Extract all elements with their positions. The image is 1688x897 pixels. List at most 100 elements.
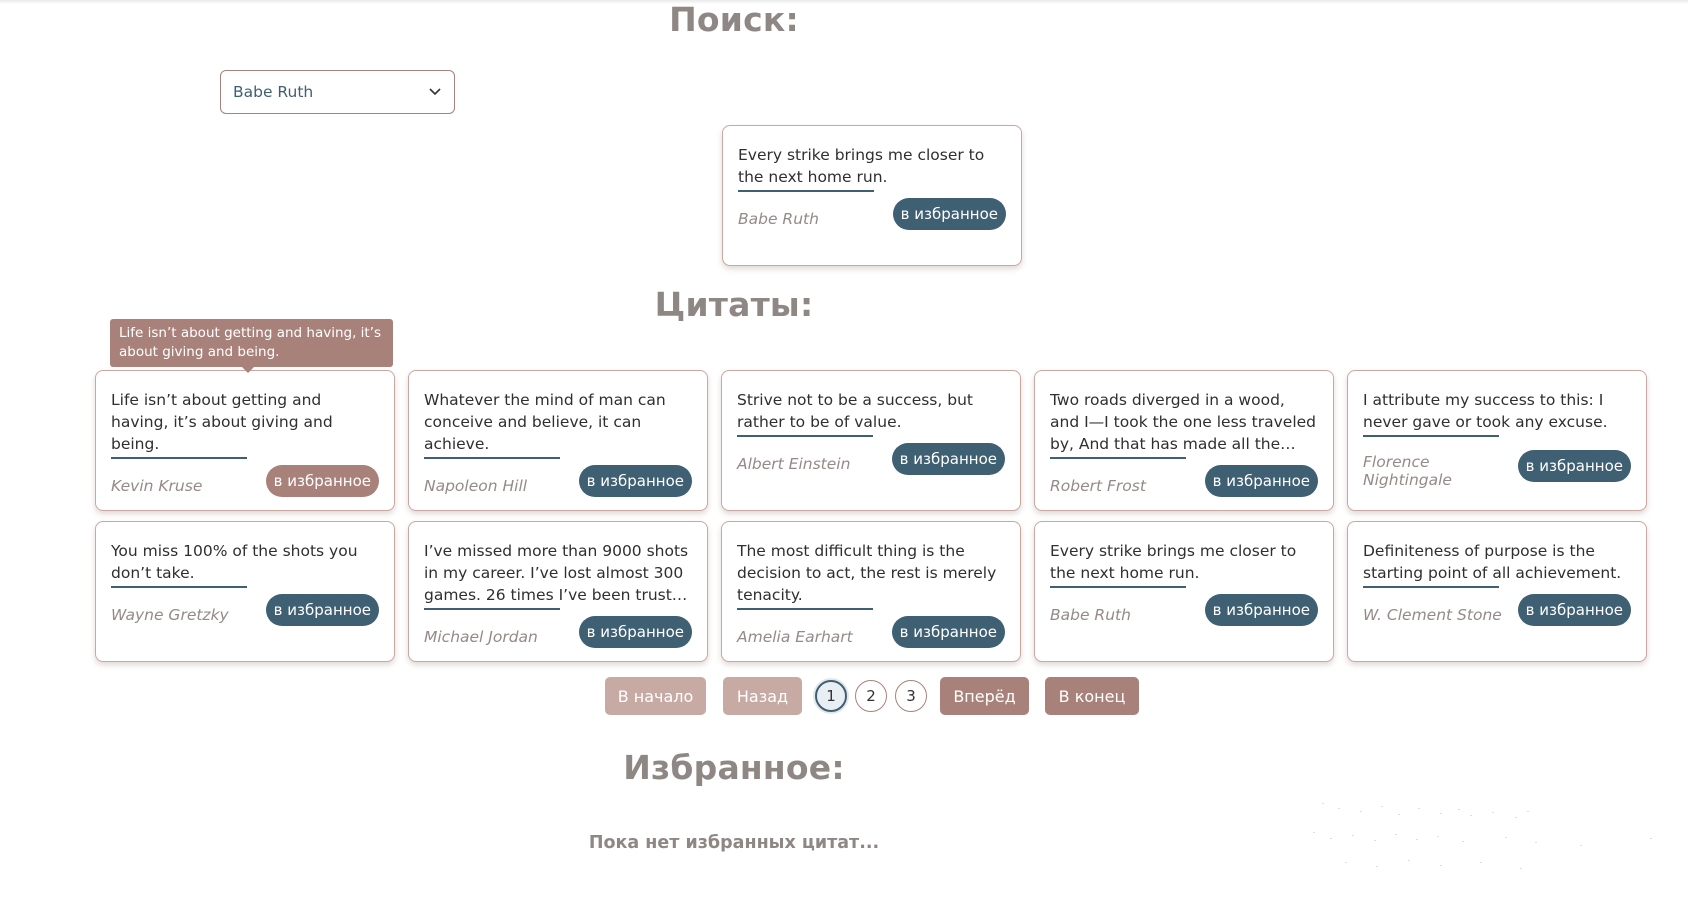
speckle <box>1322 803 1324 804</box>
speckle <box>1398 814 1400 815</box>
quote-text: The most difficult thing is the decision… <box>737 542 997 604</box>
quote-card: Strive not to be a success, but rather t… <box>721 370 1021 511</box>
add-to-favorites-button[interactable]: в избранное <box>1204 594 1318 626</box>
speckle <box>1527 811 1529 812</box>
speckle <box>1505 837 1507 838</box>
search-section-title: Поиск: <box>669 0 799 39</box>
quote-card: I attribute my success to this: I never … <box>1347 370 1647 511</box>
page-3-button[interactable]: 3 <box>895 680 927 712</box>
search-result-card: Every strike brings me closer to the nex… <box>722 125 1022 266</box>
speckle <box>1650 838 1652 839</box>
quote-card: Definiteness of purpose is the starting … <box>1347 521 1647 662</box>
last-page-button[interactable]: В конец <box>1045 677 1139 715</box>
quote-author: Florence Nightingale <box>1363 453 1452 489</box>
quote-card: I’ve missed more than 9000 shots in my c… <box>408 521 708 662</box>
quote-text: I attribute my success to this: I never … <box>1363 391 1608 431</box>
quote-card: Whatever the mind of man can conceive an… <box>408 370 708 511</box>
speckle <box>1535 842 1537 843</box>
quote-card: Life isn’t about getting and having, it’… <box>95 370 395 511</box>
add-to-favorites-button[interactable]: в избранное <box>1517 450 1631 482</box>
quote-author: Napoleon Hill <box>424 477 528 495</box>
quote-divider <box>737 608 873 610</box>
quote-text: Definiteness of purpose is the starting … <box>1363 542 1622 582</box>
author-select[interactable]: Babe Ruth <box>220 70 455 114</box>
speckle <box>1458 809 1460 810</box>
quote-author: Babe Ruth <box>738 210 819 228</box>
page-1-button[interactable]: 1 <box>815 680 847 712</box>
quote-card: Two roads diverged in a wood, and I—I to… <box>1034 370 1334 511</box>
quote-text: Two roads diverged in a wood, and I—I to… <box>1050 391 1316 453</box>
add-to-favorites-button[interactable]: в избранное <box>892 198 1006 230</box>
speckle <box>1416 839 1418 840</box>
chevron-down-icon <box>428 85 442 99</box>
quote-author: Kevin Kruse <box>111 477 203 495</box>
speckle <box>1515 817 1517 818</box>
quote-divider <box>424 457 560 459</box>
quote-text: Whatever the mind of man can conceive an… <box>424 391 666 453</box>
speckle <box>1338 808 1340 809</box>
quote-divider <box>737 435 873 437</box>
add-to-favorites-button[interactable]: в избранное <box>265 465 379 497</box>
speckle <box>1408 860 1410 861</box>
speckle <box>1381 806 1383 807</box>
add-to-favorites-button[interactable]: в избранное <box>891 616 1005 648</box>
quote-divider <box>1050 586 1186 588</box>
speckle <box>1395 834 1397 835</box>
quote-author: W. Clement Stone <box>1363 606 1502 624</box>
add-to-favorites-button[interactable]: в избранное <box>265 594 379 626</box>
speckle <box>1437 836 1439 837</box>
author-select-value: Babe Ruth <box>233 83 314 101</box>
quote-text: Every strike brings me closer to the nex… <box>1050 542 1297 582</box>
quote-divider <box>111 586 247 588</box>
quote-author: Albert Einstein <box>737 455 851 473</box>
speckle <box>1418 808 1420 809</box>
quote-divider <box>1363 586 1499 588</box>
speckle <box>1492 812 1494 813</box>
quote-card: You miss 100% of the shots you don’t tak… <box>95 521 395 662</box>
add-to-favorites-button[interactable]: в избранное <box>891 443 1005 475</box>
add-to-favorites-button[interactable]: в избранное <box>578 616 692 648</box>
quote-card: Every strike brings me closer to the nex… <box>1034 521 1334 662</box>
quote-text: Every strike brings me closer to the nex… <box>738 146 985 186</box>
quote-card: The most difficult thing is the decision… <box>721 521 1021 662</box>
speckle <box>1520 868 1522 869</box>
add-to-favorites-button[interactable]: в избранное <box>1517 594 1631 626</box>
speckle <box>1330 838 1332 839</box>
quote-text: Strive not to be a success, but rather t… <box>737 391 973 431</box>
speckle <box>1580 845 1582 846</box>
pagination: В начало Назад 1 2 3 Вперёд В конец <box>0 677 1688 715</box>
favorites-section-title: Избранное: <box>623 748 845 787</box>
quote-tooltip: Life isn’t about getting and having, it’… <box>110 319 393 373</box>
favorites-empty-message: Пока нет избранных цитат... <box>588 833 880 853</box>
speckle <box>1470 815 1472 816</box>
speckle <box>1345 862 1347 863</box>
prev-page-button[interactable]: Назад <box>723 677 802 715</box>
quote-divider <box>1363 435 1499 437</box>
first-page-button[interactable]: В начало <box>605 677 706 715</box>
quote-author: Wayne Gretzky <box>111 606 229 624</box>
quote-author: Babe Ruth <box>1050 606 1131 624</box>
speckle <box>1374 840 1376 841</box>
quote-author: Michael Jordan <box>424 628 538 646</box>
quote-text: You miss 100% of the shots you don’t tak… <box>111 542 358 582</box>
speckle <box>1480 862 1482 863</box>
quote-text: Life isn’t about getting and having, it’… <box>111 391 333 453</box>
quote-divider <box>111 457 247 459</box>
quote-divider <box>424 608 560 610</box>
quote-divider <box>1050 457 1186 459</box>
quote-divider <box>738 190 874 192</box>
speckle <box>1440 865 1442 866</box>
speckle <box>1313 832 1315 833</box>
page-2-button[interactable]: 2 <box>855 680 887 712</box>
speckle <box>1376 866 1378 867</box>
next-page-button[interactable]: Вперёд <box>940 677 1029 715</box>
speckle <box>1440 813 1442 814</box>
add-to-favorites-button[interactable]: в избранное <box>578 465 692 497</box>
quote-text: I’ve missed more than 9000 shots in my c… <box>424 542 692 604</box>
speckle <box>1462 841 1464 842</box>
speckle <box>1352 835 1354 836</box>
quote-author: Robert Frost <box>1050 477 1146 495</box>
speckle <box>1360 811 1362 812</box>
quote-author: Amelia Earhart <box>737 628 853 646</box>
add-to-favorites-button[interactable]: в избранное <box>1204 465 1318 497</box>
